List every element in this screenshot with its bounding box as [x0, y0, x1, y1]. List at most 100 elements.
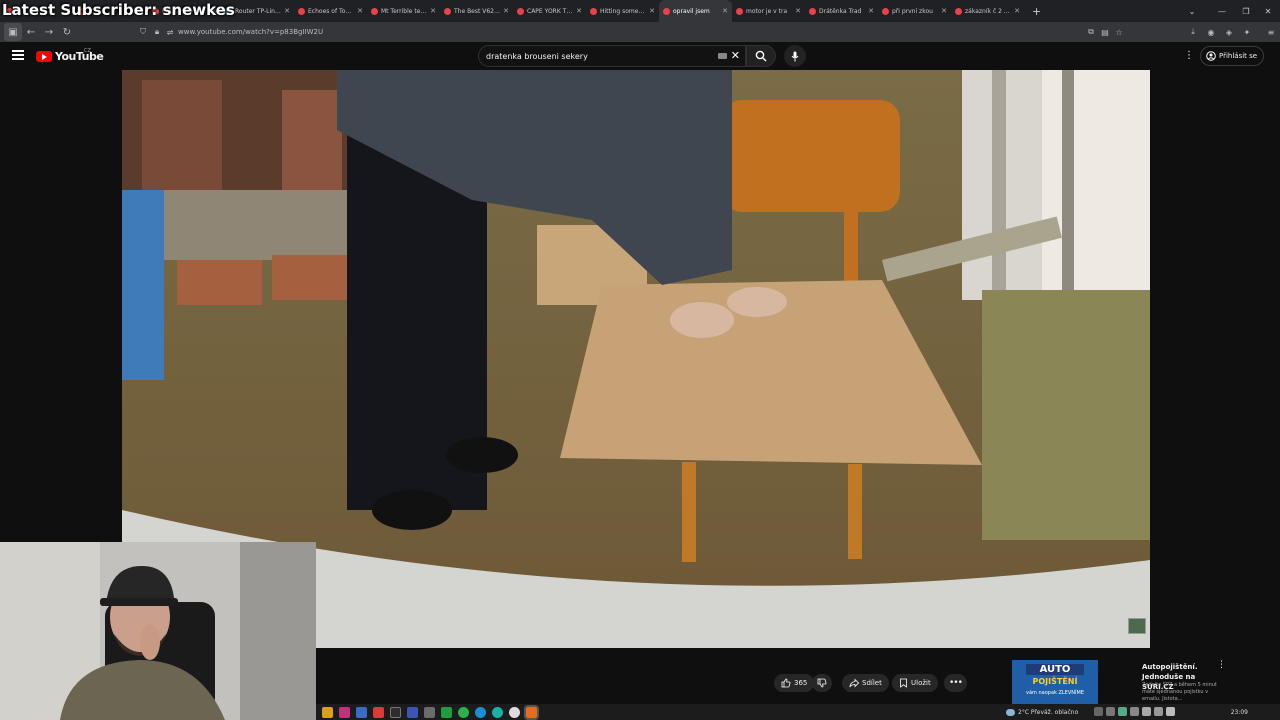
- tray-icon[interactable]: [1094, 707, 1103, 716]
- ad-image-line3: vám naopak ZLEVNÍME: [1026, 690, 1084, 696]
- tab-favicon-icon: [663, 7, 670, 15]
- volume-icon[interactable]: [1166, 707, 1175, 716]
- tab-close-icon[interactable]: ✕: [1014, 7, 1020, 15]
- spotify-icon[interactable]: [458, 706, 469, 718]
- browser-tab[interactable]: zákazník č 2 ... ✕: [951, 0, 1024, 22]
- browser-tab[interactable]: při první zkou ✕: [878, 0, 951, 22]
- reader-icon[interactable]: ▤: [1098, 25, 1112, 39]
- tab-close-icon[interactable]: ✕: [722, 7, 728, 15]
- tab-favicon-icon: [882, 7, 889, 15]
- taskbar-app-icon[interactable]: [356, 706, 367, 718]
- clear-search-icon[interactable]: ✕: [731, 49, 740, 62]
- taskbar-app-icon[interactable]: [441, 706, 452, 718]
- ad-image-line2: POJIŠTĚNÍ: [1032, 677, 1078, 686]
- firefox-icon[interactable]: [524, 704, 539, 720]
- voice-search-button[interactable]: [784, 45, 806, 67]
- bookmark-icon: [900, 678, 907, 688]
- extensions-puzzle-icon[interactable]: ✦: [1240, 25, 1254, 39]
- taskbar-app-icon[interactable]: [407, 706, 418, 718]
- webcam-overlay: [0, 542, 316, 720]
- dislike-button[interactable]: [812, 674, 832, 692]
- tray-icon[interactable]: [1130, 707, 1139, 716]
- like-button[interactable]: 365: [774, 674, 815, 692]
- thumbs-up-icon: [781, 678, 791, 688]
- share-button[interactable]: Sdílet: [842, 674, 889, 692]
- bookmark-star-icon[interactable]: ☆: [1112, 25, 1126, 39]
- ad-menu-icon[interactable]: ⋮: [1217, 660, 1226, 670]
- browser-tab[interactable]: Mt Terrible tests ✕: [367, 0, 440, 22]
- shield-icon[interactable]: ⛉: [136, 25, 150, 39]
- taskbar-app-icon[interactable]: [322, 706, 333, 718]
- browser-tab[interactable]: Hitting some gap✕: [586, 0, 659, 22]
- forward-icon[interactable]: →: [40, 23, 58, 41]
- site-settings-icon[interactable]: ⇌: [163, 25, 177, 39]
- more-options-icon[interactable]: ⋮: [1184, 50, 1194, 61]
- browser-tab[interactable]: Drátěnka Trad ✕: [805, 0, 878, 22]
- download-icon[interactable]: ⤓: [1186, 25, 1200, 39]
- edge-icon[interactable]: [475, 706, 486, 718]
- browser-tab[interactable]: The Best V62 Niss✕: [440, 0, 513, 22]
- extension-icon[interactable]: ◈: [1222, 25, 1236, 39]
- tab-close-icon[interactable]: ✕: [430, 7, 436, 15]
- weather-widget[interactable]: 2°C Převáž. oblačno: [1006, 704, 1078, 720]
- tab-close-icon[interactable]: ✕: [941, 7, 947, 15]
- tab-title: The Best V62 Niss: [454, 7, 501, 15]
- tab-title: motor je v tra: [746, 7, 788, 15]
- brave-browser-icon[interactable]: [373, 706, 384, 718]
- sidebar-toggle-icon[interactable]: ▣: [4, 23, 22, 41]
- browser-tab[interactable]: CAPE YORK TELE ✕: [513, 0, 586, 22]
- sign-in-label: Přihlásit se: [1219, 52, 1258, 60]
- tab-close-icon[interactable]: ✕: [284, 7, 290, 15]
- youtube-logo[interactable]: YouTube: [36, 50, 104, 63]
- tray-icon[interactable]: [1118, 707, 1127, 716]
- address-bar-url[interactable]: www.youtube.com/watch?v=p83BgIIW2U: [178, 28, 323, 36]
- tab-close-icon[interactable]: ✕: [503, 7, 509, 15]
- lock-icon[interactable]: 🔒︎: [150, 25, 164, 39]
- obs-icon[interactable]: [509, 706, 520, 718]
- sponsored-ad[interactable]: AUTO POJIŠTĚNÍ vám naopak ZLEVNÍME Autop…: [974, 660, 1226, 706]
- system-tray[interactable]: [1094, 707, 1175, 716]
- instagram-icon[interactable]: [339, 706, 350, 718]
- taskbar-app-icon[interactable]: [492, 706, 503, 718]
- back-icon[interactable]: ←: [22, 23, 40, 41]
- tab-favicon-icon: [444, 7, 451, 15]
- ad-thumbnail[interactable]: AUTO POJIŠTĚNÍ vám naopak ZLEVNÍME: [1012, 660, 1098, 706]
- taskbar-clock[interactable]: 23:09: [1231, 704, 1248, 720]
- tab-list-icon[interactable]: ⌄: [1180, 0, 1204, 22]
- save-button[interactable]: Uložit: [892, 674, 938, 692]
- tab-close-icon[interactable]: ✕: [795, 7, 801, 15]
- new-tab-icon[interactable]: +: [1024, 5, 1049, 18]
- browser-menu-icon[interactable]: ≡: [1264, 25, 1278, 39]
- tab-close-icon[interactable]: ✕: [868, 7, 874, 15]
- browser-tab[interactable]: Echoes of Tomorr✕: [294, 0, 367, 22]
- microphone-icon: [791, 51, 799, 61]
- tab-close-icon[interactable]: ✕: [576, 7, 582, 15]
- maximize-icon[interactable]: ❐: [1234, 0, 1258, 22]
- account-icon[interactable]: ◉: [1204, 25, 1218, 39]
- tab-title: při první zkou: [892, 7, 933, 15]
- user-circle-icon: [1206, 51, 1216, 61]
- wifi-icon[interactable]: [1154, 707, 1163, 716]
- tab-title: zákazník č 2 ...: [965, 7, 1010, 15]
- screenshot-icon[interactable]: ⧉: [1084, 25, 1098, 39]
- tab-close-icon[interactable]: ✕: [357, 7, 363, 15]
- region-code: CZ: [84, 48, 91, 54]
- browser-tab[interactable]: opravil jsem ✕: [659, 0, 732, 22]
- tray-icon[interactable]: [1106, 707, 1115, 716]
- taskbar-app-icon[interactable]: [424, 706, 435, 718]
- more-actions-button[interactable]: •••: [944, 674, 967, 692]
- browser-tab[interactable]: motor je v tra ✕: [732, 0, 805, 22]
- search-button[interactable]: [746, 45, 776, 67]
- search-input[interactable]: dratenka brouseni sekery ✕: [478, 45, 746, 67]
- hamburger-menu-icon[interactable]: [12, 50, 24, 60]
- tab-favicon-icon: [298, 7, 305, 15]
- sign-in-button[interactable]: Přihlásit se: [1200, 46, 1264, 66]
- tray-icon[interactable]: [1142, 707, 1151, 716]
- taskbar-app-icon[interactable]: [390, 706, 401, 718]
- keyboard-icon[interactable]: [718, 53, 727, 59]
- close-window-icon[interactable]: ✕: [1256, 0, 1280, 22]
- tab-close-icon[interactable]: ✕: [649, 7, 655, 15]
- minimize-icon[interactable]: —: [1210, 0, 1234, 22]
- reload-icon[interactable]: ↻: [58, 23, 76, 41]
- tab-title: Router TP-Link Tl: [235, 7, 282, 15]
